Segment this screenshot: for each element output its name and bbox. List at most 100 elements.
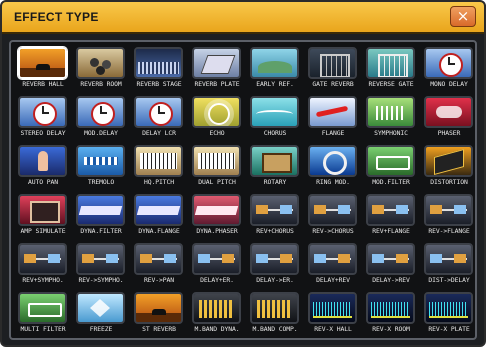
effect-button-dyna-filter[interactable]: DYNA.FILTER	[72, 191, 130, 240]
phaser-icon	[424, 96, 473, 128]
effect-button-rev-chorus[interactable]: REV+CHORUS	[246, 191, 304, 240]
effect-button-rev-sympho[interactable]: REV->SYMPHO.	[72, 240, 130, 289]
multi2-icon	[192, 243, 241, 275]
mband-icon	[192, 292, 241, 324]
effect-label: MOD.FILTER	[372, 178, 410, 186]
effect-button-st-reverb[interactable]: ST REVERB	[130, 289, 188, 338]
effect-button-tremolo[interactable]: TREMOLO	[72, 142, 130, 191]
effect-label: DUAL PITCH	[198, 178, 236, 186]
effect-label: MOD.DELAY	[84, 129, 118, 137]
effect-label: ST REVERB	[142, 325, 176, 333]
effect-button-delay-er[interactable]: DELAY->ER.	[246, 240, 304, 289]
effect-label: REV+CHORUS	[256, 227, 294, 235]
close-button[interactable]: ×	[450, 6, 476, 27]
effect-button-rev-x-hall[interactable]: REV-X HALL	[304, 289, 362, 338]
chorus-icon	[250, 96, 299, 128]
mband-icon	[250, 292, 299, 324]
effect-button-symphonic[interactable]: SYMPHONIC	[362, 93, 420, 142]
effect-button-multi-filter[interactable]: MULTI FILTER	[14, 289, 72, 338]
multi2-icon	[308, 243, 357, 275]
effect-button-m-band-dyna[interactable]: M.BAND DYNA.	[188, 289, 246, 338]
effect-button-gate-reverb[interactable]: GATE REVERB	[304, 44, 362, 93]
multi-icon	[134, 243, 183, 275]
effect-label: ECHO	[209, 129, 225, 137]
effect-button-stereo-delay[interactable]: STEREO DELAY	[14, 93, 72, 142]
effect-label: DYNA.FLANGE	[138, 227, 180, 235]
effect-label: DYNA.FILTER	[80, 227, 122, 235]
effect-label: DYNA.PHASER	[196, 227, 238, 235]
freeze-icon	[76, 292, 125, 324]
effect-label: REV-X HALL	[314, 325, 352, 333]
effect-button-delay-lcr[interactable]: DELAY LCR	[130, 93, 188, 142]
effect-button-delay-er[interactable]: DELAY+ER.	[188, 240, 246, 289]
effect-button-m-band-comp[interactable]: M.BAND COMP.	[246, 289, 304, 338]
effect-button-rev-flange[interactable]: REV+FLANGE	[362, 191, 420, 240]
effect-label: TREMOLO	[87, 178, 115, 186]
pitch-icon	[192, 145, 241, 177]
effect-button-reverb-stage[interactable]: REVERB STAGE	[130, 44, 188, 93]
effect-button-rev-x-room[interactable]: REV-X ROOM	[362, 289, 420, 338]
effect-label: REV+FLANGE	[372, 227, 410, 235]
effect-button-rev-pan[interactable]: REV->PAN	[130, 240, 188, 289]
echo-icon	[192, 96, 241, 128]
dyn-icon	[134, 194, 183, 226]
effect-button-distortion[interactable]: DISTORTION	[420, 142, 478, 191]
effect-type-window: EFFECT TYPE × REVERB HALL REVERB ROOM REVE…	[0, 0, 486, 347]
revx-icon	[424, 292, 473, 324]
effect-label: MONO DELAY	[430, 80, 468, 88]
effect-button-mod-filter[interactable]: MOD.FILTER	[362, 142, 420, 191]
effect-button-amp-simulate[interactable]: AMP SIMULATE	[14, 191, 72, 240]
effect-grid-panel: REVERB HALL REVERB ROOM REVERB STAGE REVERB…	[9, 40, 477, 340]
effect-button-delay-rev[interactable]: DELAY->REV	[362, 240, 420, 289]
effect-button-mono-delay[interactable]: MONO DELAY	[420, 44, 478, 93]
effect-button-delay-rev[interactable]: DELAY+REV	[304, 240, 362, 289]
effect-label: DELAY LCR	[142, 129, 176, 137]
effect-label: AMP SIMULATE	[20, 227, 66, 235]
effect-label: DELAY+ER.	[200, 276, 234, 284]
multi-icon	[366, 194, 415, 226]
pitch-icon	[134, 145, 183, 177]
effect-button-reverse-gate[interactable]: REVERSE GATE	[362, 44, 420, 93]
dyn-icon	[76, 194, 125, 226]
symph-icon	[366, 96, 415, 128]
effect-button-chorus[interactable]: CHORUS	[246, 93, 304, 142]
effect-button-rotary[interactable]: ROTARY	[246, 142, 304, 191]
gate-icon	[308, 47, 357, 79]
amp-icon	[18, 194, 67, 226]
early-icon	[250, 47, 299, 79]
close-icon: ×	[456, 7, 470, 25]
effect-label: MULTI FILTER	[20, 325, 66, 333]
effect-button-rev-flange[interactable]: REV->FLANGE	[420, 191, 478, 240]
effect-button-rev-x-plate[interactable]: REV-X PLATE	[420, 289, 478, 338]
effect-button-reverb-room[interactable]: REVERB ROOM	[72, 44, 130, 93]
revx-icon	[308, 292, 357, 324]
effect-label: DISTORTION	[430, 178, 468, 186]
effect-grid: REVERB HALL REVERB ROOM REVERB STAGE REVERB…	[14, 44, 478, 338]
effect-button-reverb-hall[interactable]: REVERB HALL	[14, 44, 72, 93]
effect-button-dual-pitch[interactable]: DUAL PITCH	[188, 142, 246, 191]
effect-label: REVERB STAGE	[136, 80, 182, 88]
effect-label: REV->SYMPHO.	[78, 276, 124, 284]
effect-label: HQ.PITCH	[144, 178, 174, 186]
effect-button-echo[interactable]: ECHO	[188, 93, 246, 142]
revgate-icon	[366, 47, 415, 79]
effect-label: REVERSE GATE	[368, 80, 414, 88]
effect-button-rev-sympho[interactable]: REV+SYMPHO.	[14, 240, 72, 289]
effect-button-mod-delay[interactable]: MOD.DELAY	[72, 93, 130, 142]
effect-button-auto-pan[interactable]: AUTO PAN	[14, 142, 72, 191]
effect-button-dyna-flange[interactable]: DYNA.FLANGE	[130, 191, 188, 240]
effect-button-rev-chorus[interactable]: REV->CHORUS	[304, 191, 362, 240]
multi2-icon	[250, 243, 299, 275]
effect-button-phaser[interactable]: PHASER	[420, 93, 478, 142]
effect-button-ring-mod[interactable]: RING MOD.	[304, 142, 362, 191]
effect-button-freeze[interactable]: FREEZE	[72, 289, 130, 338]
effect-button-reverb-plate[interactable]: REVERB PLATE	[188, 44, 246, 93]
effect-button-early-ref[interactable]: EARLY REF.	[246, 44, 304, 93]
effect-label: REV->PAN	[144, 276, 174, 284]
effect-button-hq-pitch[interactable]: HQ.PITCH	[130, 142, 188, 191]
effect-button-dyna-phaser[interactable]: DYNA.PHASER	[188, 191, 246, 240]
effect-button-flange[interactable]: FLANGE	[304, 93, 362, 142]
effect-button-dist-delay[interactable]: DIST->DELAY	[420, 240, 478, 289]
dist-icon	[424, 145, 473, 177]
title-bar: EFFECT TYPE ×	[2, 2, 484, 34]
